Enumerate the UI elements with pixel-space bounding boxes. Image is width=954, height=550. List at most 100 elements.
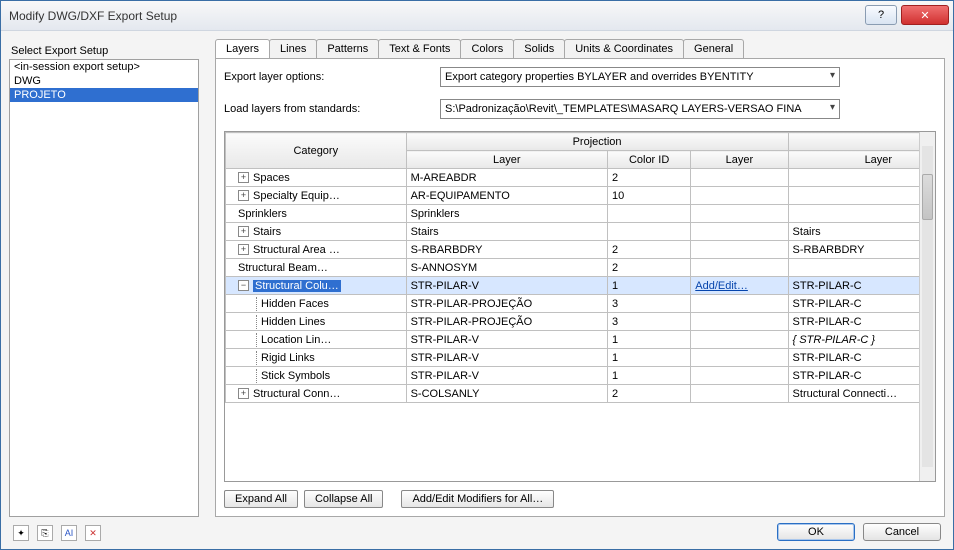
header-cut-layer[interactable]: Layer: [788, 151, 936, 169]
tab-patterns[interactable]: Patterns: [316, 39, 379, 58]
ok-button[interactable]: OK: [777, 523, 855, 541]
expand-toggle-icon[interactable]: +: [238, 244, 249, 255]
rename-setup-icon[interactable]: AI: [61, 525, 77, 541]
export-setup-item[interactable]: DWG: [10, 74, 198, 88]
cut-layer-cell[interactable]: STR-PILAR-C: [788, 349, 936, 367]
tab-units-coordinates[interactable]: Units & Coordinates: [564, 39, 684, 58]
proj-layer-cell[interactable]: AR-EQUIPAMENTO: [406, 187, 607, 205]
cut-layer-cell[interactable]: [788, 187, 936, 205]
table-row[interactable]: Structural Beam…S-ANNOSYM2: [226, 259, 937, 277]
proj-modifier-cell[interactable]: [691, 385, 788, 403]
export-setup-list[interactable]: <in-session export setup>DWGPROJETO: [9, 59, 199, 517]
tab-lines[interactable]: Lines: [269, 39, 317, 58]
proj-colorid-cell[interactable]: 2: [607, 385, 690, 403]
delete-setup-icon[interactable]: ✕: [85, 525, 101, 541]
cut-layer-cell[interactable]: STR-PILAR-C: [788, 367, 936, 385]
proj-modifier-cell[interactable]: [691, 331, 788, 349]
proj-layer-cell[interactable]: Stairs: [406, 223, 607, 241]
collapse-toggle-icon[interactable]: −: [238, 280, 249, 291]
header-proj-layermod[interactable]: Layer: [691, 151, 788, 169]
export-setup-item[interactable]: <in-session export setup>: [10, 60, 198, 74]
proj-colorid-cell[interactable]: 2: [607, 259, 690, 277]
tab-layers[interactable]: Layers: [215, 39, 270, 58]
table-row[interactable]: SprinklersSprinklers: [226, 205, 937, 223]
help-button[interactable]: ?: [865, 5, 897, 25]
proj-layer-cell[interactable]: STR-PILAR-V: [406, 349, 607, 367]
cut-layer-cell[interactable]: STR-PILAR-C: [788, 313, 936, 331]
proj-colorid-cell[interactable]: [607, 223, 690, 241]
cut-layer-cell[interactable]: STR-PILAR-C: [788, 295, 936, 313]
proj-layer-cell[interactable]: M-AREABDR: [406, 169, 607, 187]
cut-layer-cell[interactable]: Stairs: [788, 223, 936, 241]
proj-layer-cell[interactable]: STR-PILAR-PROJEÇÃO: [406, 295, 607, 313]
new-setup-icon[interactable]: ✦: [13, 525, 29, 541]
cut-layer-cell[interactable]: S-RBARBDRY: [788, 241, 936, 259]
load-layers-combo[interactable]: S:\Padronização\Revit\_TEMPLATES\MASARQ …: [440, 99, 840, 119]
proj-layer-cell[interactable]: S-ANNOSYM: [406, 259, 607, 277]
proj-layer-cell[interactable]: S-COLSANLY: [406, 385, 607, 403]
proj-modifier-cell[interactable]: [691, 259, 788, 277]
proj-colorid-cell[interactable]: 1: [607, 331, 690, 349]
proj-colorid-cell[interactable]: 2: [607, 169, 690, 187]
expand-toggle-icon[interactable]: +: [238, 190, 249, 201]
table-row[interactable]: +Specialty Equip…AR-EQUIPAMENTO10: [226, 187, 937, 205]
proj-colorid-cell[interactable]: 1: [607, 349, 690, 367]
proj-layer-cell[interactable]: STR-PILAR-V: [406, 331, 607, 349]
cut-layer-cell[interactable]: Structural Connecti…: [788, 385, 936, 403]
expand-toggle-icon[interactable]: +: [238, 172, 249, 183]
proj-modifier-cell[interactable]: [691, 223, 788, 241]
proj-modifier-cell[interactable]: [691, 205, 788, 223]
proj-layer-cell[interactable]: STR-PILAR-V: [406, 367, 607, 385]
proj-modifier-cell[interactable]: [691, 295, 788, 313]
table-row[interactable]: Hidden FacesSTR-PILAR-PROJEÇÃO3STR-PILAR…: [226, 295, 937, 313]
cut-layer-cell[interactable]: [788, 259, 936, 277]
table-row[interactable]: +Structural Area …S-RBARBDRY2S-RBARBDRY2: [226, 241, 937, 259]
table-row[interactable]: −Structural Colu…STR-PILAR-V1Add/Edit…ST…: [226, 277, 937, 295]
header-category[interactable]: Category: [226, 133, 407, 169]
table-row[interactable]: +SpacesM-AREABDR2: [226, 169, 937, 187]
expand-toggle-icon[interactable]: +: [238, 226, 249, 237]
proj-layer-cell[interactable]: S-RBARBDRY: [406, 241, 607, 259]
grid-vertical-scrollbar[interactable]: [919, 132, 935, 481]
header-cut-group[interactable]: Cut: [788, 133, 936, 151]
proj-colorid-cell[interactable]: 2: [607, 241, 690, 259]
layer-options-combo[interactable]: Export category properties BYLAYER and o…: [440, 67, 840, 87]
table-row[interactable]: +Structural Conn…S-COLSANLY2Structural C…: [226, 385, 937, 403]
table-row[interactable]: Hidden LinesSTR-PILAR-PROJEÇÃO3STR-PILAR…: [226, 313, 937, 331]
proj-layer-cell[interactable]: STR-PILAR-V: [406, 277, 607, 295]
copy-setup-icon[interactable]: ⎘: [37, 525, 53, 541]
expand-toggle-icon[interactable]: +: [238, 388, 249, 399]
collapse-all-button[interactable]: Collapse All: [304, 490, 383, 508]
proj-modifier-cell[interactable]: [691, 367, 788, 385]
table-row[interactable]: Stick SymbolsSTR-PILAR-V1STR-PILAR-C4: [226, 367, 937, 385]
cut-layer-cell[interactable]: [788, 205, 936, 223]
proj-colorid-cell[interactable]: [607, 205, 690, 223]
tab-general[interactable]: General: [683, 39, 744, 58]
cancel-button[interactable]: Cancel: [863, 523, 941, 541]
proj-colorid-cell[interactable]: 1: [607, 277, 690, 295]
expand-all-button[interactable]: Expand All: [224, 490, 298, 508]
header-projection-group[interactable]: Projection: [406, 133, 788, 151]
tab-colors[interactable]: Colors: [460, 39, 514, 58]
table-row[interactable]: +StairsStairsStairs: [226, 223, 937, 241]
proj-colorid-cell[interactable]: 1: [607, 367, 690, 385]
table-row[interactable]: Rigid LinksSTR-PILAR-V1STR-PILAR-C4: [226, 349, 937, 367]
header-proj-colorid[interactable]: Color ID: [607, 151, 690, 169]
cut-layer-cell[interactable]: [788, 169, 936, 187]
proj-modifier-cell[interactable]: [691, 313, 788, 331]
close-button[interactable]: ✕: [901, 5, 949, 25]
export-setup-item[interactable]: PROJETO: [10, 88, 198, 102]
proj-colorid-cell[interactable]: 3: [607, 295, 690, 313]
cut-layer-cell[interactable]: { STR-PILAR-C }: [788, 331, 936, 349]
tab-solids[interactable]: Solids: [513, 39, 565, 58]
proj-modifier-cell[interactable]: [691, 169, 788, 187]
tab-text-fonts[interactable]: Text & Fonts: [378, 39, 461, 58]
add-edit-modifier-link[interactable]: Add/Edit…: [691, 277, 788, 295]
proj-layer-cell[interactable]: STR-PILAR-PROJEÇÃO: [406, 313, 607, 331]
header-proj-layer[interactable]: Layer: [406, 151, 607, 169]
cut-layer-cell[interactable]: STR-PILAR-C: [788, 277, 936, 295]
proj-modifier-cell[interactable]: [691, 241, 788, 259]
proj-colorid-cell[interactable]: 10: [607, 187, 690, 205]
proj-layer-cell[interactable]: Sprinklers: [406, 205, 607, 223]
proj-colorid-cell[interactable]: 3: [607, 313, 690, 331]
